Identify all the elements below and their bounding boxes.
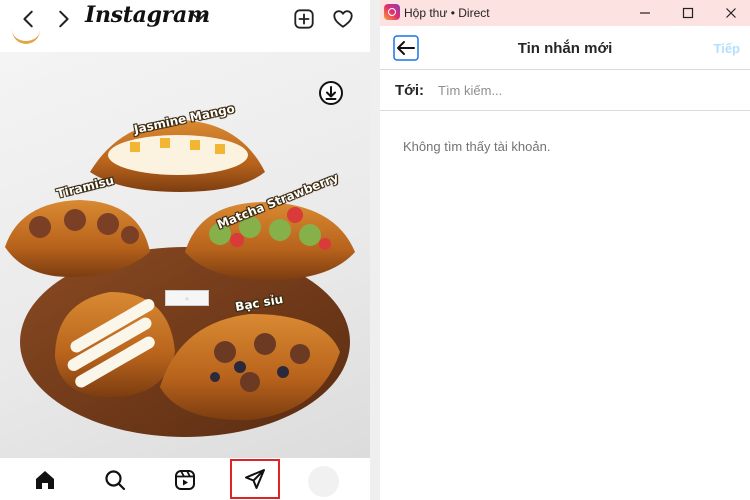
story-ring[interactable] — [12, 30, 40, 44]
recipient-search-input[interactable] — [438, 78, 728, 102]
home-icon[interactable] — [31, 466, 59, 494]
window-title: Hộp thư • Direct — [404, 6, 490, 20]
next-button[interactable]: Tiếp — [714, 41, 741, 56]
instagram-app: Instagram Jasmine Mango Tiramisu Matcha … — [0, 0, 370, 500]
minimize-icon[interactable] — [630, 2, 660, 24]
to-label: Tới: — [395, 82, 424, 99]
instagram-app-icon — [384, 4, 400, 20]
direct-send-icon[interactable] — [230, 459, 280, 499]
direct-window: Hộp thư • Direct Tin nhắn mới Tiếp Tới: … — [380, 0, 750, 500]
chevron-right-icon[interactable] — [50, 6, 76, 32]
heart-icon[interactable] — [330, 6, 356, 32]
plus-square-icon[interactable] — [291, 6, 317, 32]
chevron-down-icon[interactable] — [191, 9, 207, 25]
search-icon[interactable] — [101, 466, 129, 494]
chevron-left-icon[interactable] — [16, 6, 42, 32]
instagram-top-bar: Instagram — [0, 0, 370, 44]
new-message-header: Tin nhắn mới Tiếp — [380, 26, 750, 70]
shop-tag-logo: ◇ — [165, 290, 209, 306]
no-results-message: Không tìm thấy tài khoản. — [403, 139, 551, 154]
window-titlebar: Hộp thư • Direct — [380, 0, 750, 26]
reels-icon[interactable] — [171, 466, 199, 494]
window-divider — [370, 0, 380, 500]
page-title: Tin nhắn mới — [517, 40, 613, 57]
bottom-nav-bar — [0, 458, 370, 500]
recipient-row: Tới: — [380, 70, 750, 111]
maximize-icon[interactable] — [673, 2, 703, 24]
profile-avatar[interactable] — [308, 466, 339, 497]
download-icon[interactable] — [318, 80, 344, 106]
post-image[interactable]: Jasmine Mango Tiramisu Matcha Strawberry… — [0, 52, 370, 458]
close-icon[interactable] — [716, 2, 746, 24]
